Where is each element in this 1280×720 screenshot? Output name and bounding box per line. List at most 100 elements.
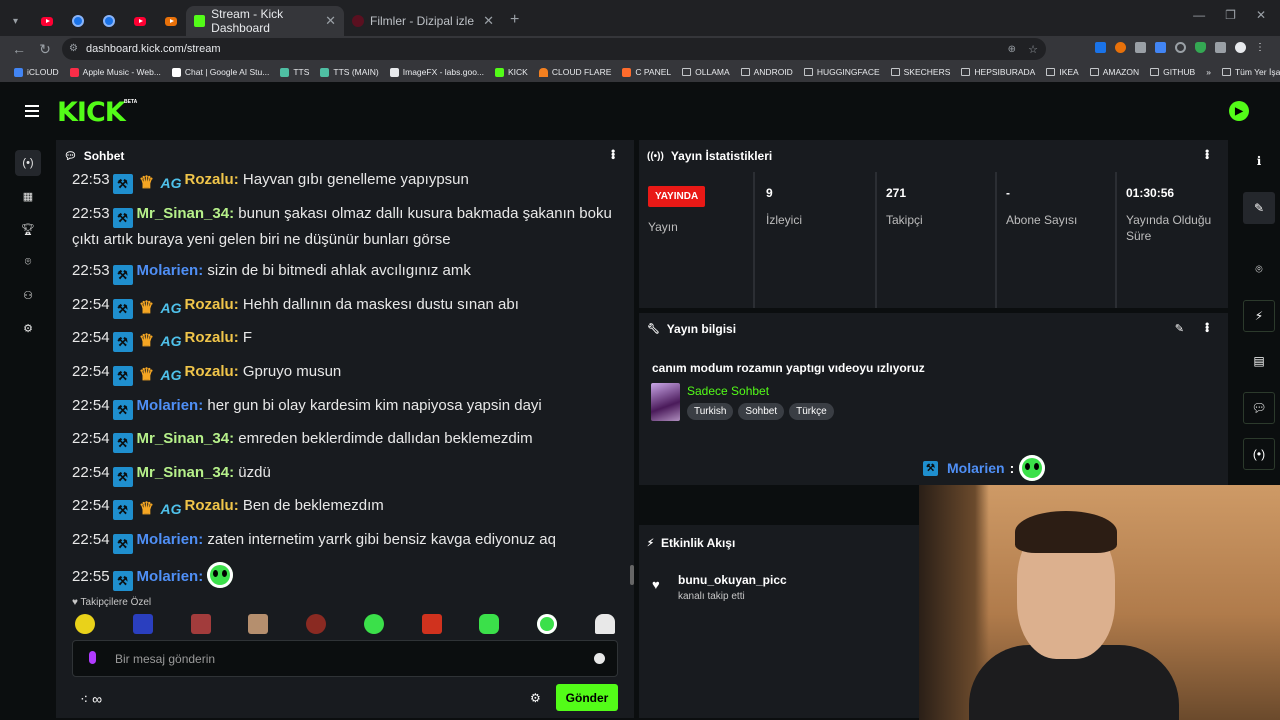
emote-button[interactable] [537, 614, 558, 634]
emote-button[interactable] [363, 614, 384, 634]
bookmark-folder[interactable]: AMAZON [1089, 67, 1139, 77]
emote-button[interactable] [306, 614, 327, 634]
bookmark-folder[interactable]: OLLAMA [682, 67, 730, 77]
bookmark[interactable]: Apple Music - Web... [69, 67, 161, 77]
profile-avatar[interactable] [1235, 42, 1246, 53]
new-tab-button[interactable]: + [510, 11, 519, 36]
message-username[interactable]: Mr_Sinan_34 [137, 464, 230, 481]
clips-nav-icon[interactable]: ⌾ [15, 249, 41, 275]
zoom-icon[interactable]: ⊕ [1008, 44, 1016, 55]
pinned-tab-1[interactable] [62, 6, 93, 36]
all-bookmarks-folder[interactable]: Tüm Yer İşaretleri [1221, 67, 1280, 77]
reload-icon[interactable]: ↻ [32, 41, 58, 58]
close-tab-icon[interactable]: ✕ [325, 13, 336, 29]
notes-icon[interactable]: ▤ [1243, 345, 1275, 377]
bookmark[interactable]: C PANEL [622, 67, 671, 77]
info-icon[interactable]: ℹ [1243, 145, 1275, 177]
message-username[interactable]: Molarien [137, 568, 199, 585]
tab-dizipal[interactable]: Filmler - Dizipal izle ✕ [344, 6, 502, 36]
message-username[interactable]: Molarien [137, 397, 199, 414]
extension-icon[interactable] [1095, 42, 1106, 53]
emote-button[interactable] [190, 614, 211, 634]
lightning-icon[interactable]: ⚡︎ [1243, 300, 1275, 332]
bookmark-folder[interactable]: HEPSIBURADA [961, 67, 1035, 77]
url-field[interactable]: ⚙ dashboard.kick.com/stream ⊕ ☆ [62, 38, 1046, 60]
info-options-icon[interactable]: ••• [1200, 322, 1214, 332]
site-info-icon[interactable]: ⚙ [69, 43, 78, 54]
tab-kick-dashboard[interactable]: Stream - Kick Dashboard ✕ [186, 6, 344, 36]
bookmark[interactable]: ImageFX - labs.goo... [389, 67, 484, 77]
extension-icon[interactable] [1175, 42, 1186, 53]
chat-settings-icon[interactable]: ⚙ [530, 691, 541, 705]
emote-button[interactable] [132, 614, 153, 634]
bookmark[interactable]: Chat | Google AI Stu... [171, 67, 269, 77]
maximize-icon[interactable]: ❐ [1225, 8, 1236, 22]
bookmark[interactable]: iCLOUD [14, 67, 59, 77]
message-username[interactable]: Molarien [137, 531, 199, 548]
tag-chip[interactable]: Turkish [687, 403, 734, 420]
back-icon[interactable]: ← [6, 41, 32, 57]
tab-list-button[interactable]: ▾ [0, 6, 31, 36]
go-live-icon[interactable]: ▶ [1229, 101, 1249, 121]
microphone-icon[interactable] [89, 651, 96, 664]
message-username[interactable]: Rozalu [185, 296, 234, 313]
stream-nav-icon[interactable]: (•) [15, 150, 41, 176]
pinned-tab-3[interactable] [155, 6, 186, 36]
translate-icon[interactable] [1155, 42, 1166, 53]
tag-chip[interactable]: Sohbet [738, 403, 785, 420]
bookmarks-overflow[interactable]: » [1206, 67, 1211, 77]
message-username[interactable]: Mr_Sinan_34 [137, 430, 230, 447]
bookmark-folder[interactable]: IKEA [1046, 67, 1079, 77]
emote-button[interactable] [248, 614, 269, 634]
edit-icon[interactable]: ✎ [1243, 192, 1275, 224]
bookmark[interactable]: CLOUD FLARE [538, 67, 611, 77]
emoji-picker-icon[interactable] [594, 653, 605, 664]
bookmark[interactable]: TTS [280, 67, 309, 77]
analytics-nav-icon[interactable]: ▦ [15, 183, 41, 209]
chat-options-icon[interactable]: ••• [606, 149, 620, 159]
kick-points-icon[interactable]: ⁖ ∞ [80, 691, 102, 708]
message-username[interactable]: Rozalu [185, 363, 234, 380]
emote-button[interactable] [75, 614, 95, 634]
extensions-puzzle-icon[interactable] [1215, 42, 1226, 53]
bookmark[interactable]: KICK [495, 67, 528, 77]
community-nav-icon[interactable]: ⚇ [15, 282, 41, 308]
hamburger-menu-icon[interactable] [25, 105, 39, 117]
bookmark[interactable]: TTS (MAIN) [320, 67, 379, 77]
bookmark-star-icon[interactable]: ☆ [1028, 43, 1038, 56]
chat-scrollbar[interactable] [630, 565, 634, 585]
minimize-icon[interactable]: — [1193, 8, 1205, 22]
extension-icon[interactable] [1135, 42, 1146, 53]
close-tab-icon[interactable]: ✕ [483, 13, 494, 29]
chat-icon[interactable]: 💬︎ [1243, 392, 1275, 424]
menu-icon[interactable]: ⋮ [1255, 42, 1266, 53]
kick-logo[interactable]: KICK [57, 97, 126, 128]
close-window-icon[interactable]: ✕ [1256, 8, 1266, 22]
pinned-tab-youtube[interactable] [31, 6, 62, 36]
trophy-nav-icon[interactable]: 🏆︎ [15, 216, 41, 242]
emote-button[interactable] [479, 614, 500, 634]
message-username[interactable]: Rozalu [185, 329, 234, 346]
message-username[interactable]: Mr_Sinan_34 [137, 205, 230, 222]
emote-button[interactable] [421, 614, 442, 634]
pinned-tab-2[interactable] [93, 6, 124, 36]
bookmark-folder[interactable]: ANDROID [740, 67, 793, 77]
broadcast-icon[interactable]: (•) [1243, 438, 1275, 470]
chat-messages[interactable]: 22:53 ⚒ ♛ AG Rozalu: Hayvan gıbı genelleme y… [72, 168, 612, 598]
pinned-tab-youtube-2[interactable] [124, 6, 155, 36]
bookmark-folder[interactable]: SKECHERS [890, 67, 950, 77]
edit-pencil-icon[interactable]: ✎ [1175, 322, 1184, 335]
bookmark-folder[interactable]: GITHUB [1150, 67, 1195, 77]
settings-nav-icon[interactable]: ⚙ [15, 315, 41, 341]
message-username[interactable]: Rozalu [185, 171, 234, 188]
shield-icon[interactable] [1195, 42, 1206, 53]
tag-chip[interactable]: Türkçe [789, 403, 834, 420]
message-username[interactable]: Molarien [137, 262, 199, 279]
stats-options-icon[interactable]: ••• [1200, 149, 1214, 159]
emote-button[interactable] [594, 614, 615, 634]
send-button[interactable]: Gönder [556, 684, 618, 711]
clip-icon[interactable]: ⌾ [1243, 253, 1275, 285]
extension-icon[interactable] [1115, 42, 1126, 53]
bookmark-folder[interactable]: HUGGINGFACE [803, 67, 880, 77]
chat-message-input[interactable]: Bir mesaj gönderin [72, 640, 618, 677]
